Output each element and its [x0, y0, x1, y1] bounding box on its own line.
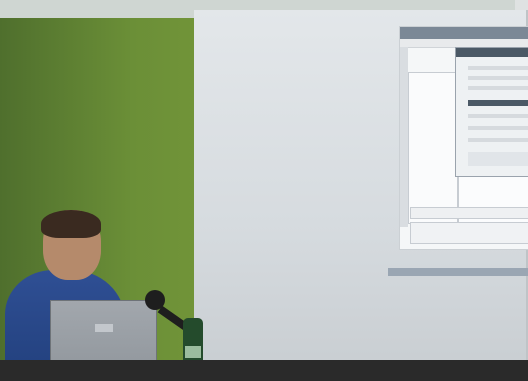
- dialog-row: [468, 114, 528, 118]
- left-panel: [408, 72, 458, 224]
- photo-scene: [0, 0, 528, 381]
- modal-dialog: [455, 47, 528, 177]
- status-bar: [410, 207, 528, 219]
- dialog-row: [468, 86, 528, 90]
- window-titlebar: [400, 27, 528, 39]
- projected-app-window: [399, 26, 528, 250]
- dialog-textbox: [468, 152, 528, 166]
- dialog-highlight-row: [468, 100, 528, 106]
- taskbar: [388, 268, 528, 276]
- bottle-label: [185, 346, 201, 358]
- dialog-row: [468, 66, 528, 70]
- dialog-titlebar: [456, 48, 528, 57]
- bottom-panel: [410, 222, 528, 244]
- left-tool-strip: [400, 47, 408, 227]
- dialog-row: [468, 138, 528, 142]
- laptop-logo: [95, 324, 113, 332]
- desk-edge: [0, 360, 528, 381]
- presenter-hair: [41, 210, 101, 238]
- dialog-row: [468, 126, 528, 130]
- projection-screen: [194, 10, 528, 374]
- dialog-row: [468, 76, 528, 80]
